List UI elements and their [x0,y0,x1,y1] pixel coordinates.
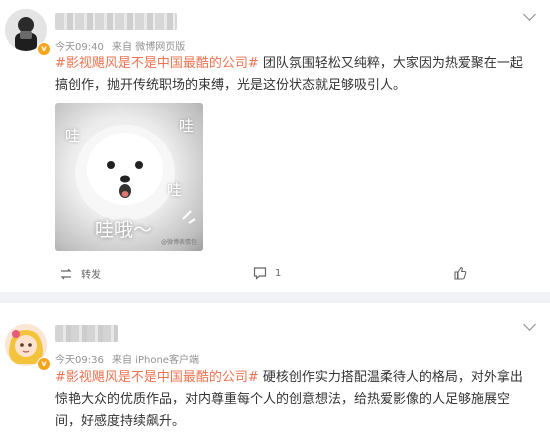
comment-icon [253,267,267,280]
username-redacted[interactable] [55,13,177,30]
like-button[interactable] [453,266,475,280]
chevron-down-icon[interactable] [523,318,536,331]
post-card: v 今天09:40 来自 微博网页版 #影视飓风是不是中国最酷的公司# 团队氛围… [0,0,550,292]
repost-icon [60,268,72,279]
username-redacted[interactable] [55,325,118,342]
thumbs-up-icon [454,266,467,280]
post-separator [0,292,550,303]
post-meta: 今天09:36 来自 iPhone客户端 [55,351,204,366]
post-time[interactable]: 今天09:40 [55,42,104,53]
verified-badge-icon: v [37,357,51,371]
post-meta: 今天09:40 来自 微博网页版 [55,38,190,53]
chevron-down-icon[interactable] [523,8,536,21]
post-image[interactable]: 哇 哇 哇 哇哦～ @微博表情包 [55,103,203,251]
image-caption-wa: 哇 [179,117,195,135]
verified-badge-icon: v [37,42,51,56]
post-source: 来自 iPhone客户端 [112,355,199,366]
hashtag-link[interactable]: #影视飓风是不是中国最酷的公司# [55,370,259,385]
image-caption-wow: 哇哦～ [95,219,153,241]
image-caption-wa: 哇 [65,127,81,145]
post-source: 来自 微博网页版 [112,42,186,53]
post-time[interactable]: 今天09:36 [55,355,104,366]
repost-button[interactable]: 转发 [59,266,101,281]
repost-label: 转发 [81,270,101,281]
post-text: #影视飓风是不是中国最酷的公司# 团队氛围轻松又纯粹，大家因为热爱聚在一起搞创作… [55,53,533,97]
post-card: v 今天09:36 来自 iPhone客户端 #影视飓风是不是中国最酷的公司# … [0,303,550,432]
post-text: #影视飓风是不是中国最酷的公司# 硬核创作实力搭配温柔待人的格局，对外拿出惊艳大… [55,367,533,433]
image-caption-wa: 哇 [167,181,183,199]
hashtag-link[interactable]: #影视飓风是不是中国最酷的公司# [55,56,259,71]
comment-button[interactable]: 1 [253,266,281,280]
comment-count: 1 [275,267,282,279]
post-actions: 转发 1 [55,266,550,288]
image-watermark: @微博表情包 [160,239,197,246]
